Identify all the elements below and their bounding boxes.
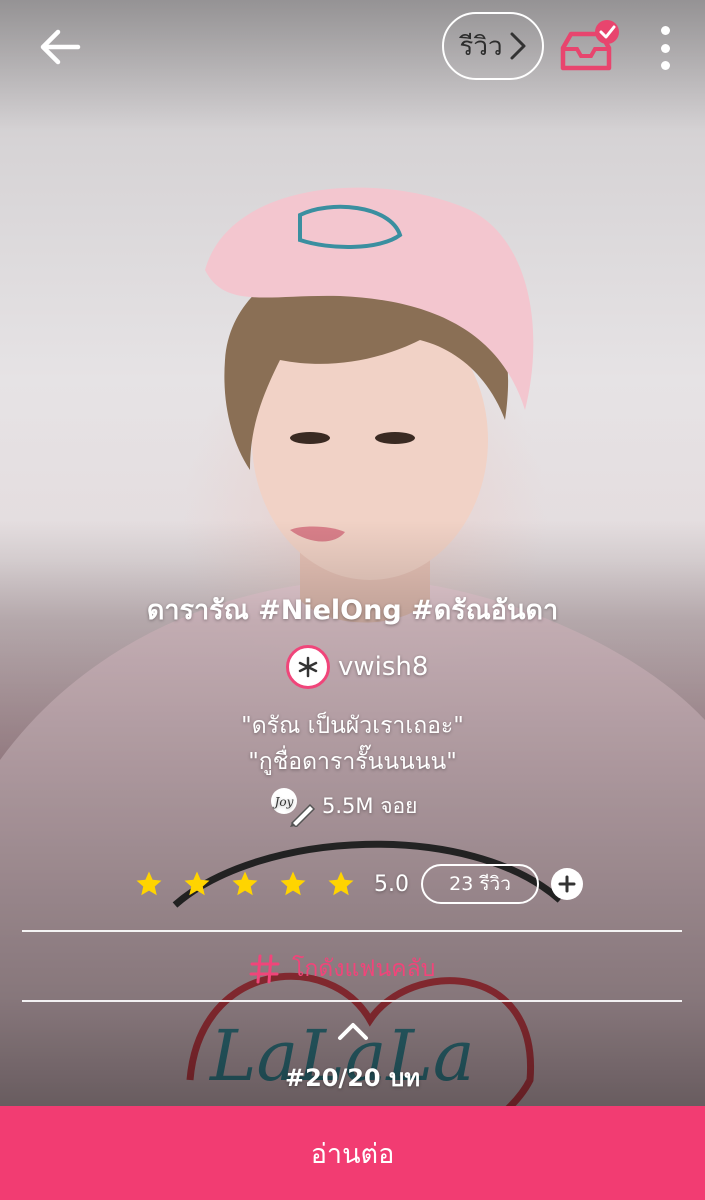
divider-bottom — [22, 1000, 682, 1002]
hashtag-icon — [249, 954, 280, 984]
chevron-right-icon — [510, 32, 526, 60]
joy-count-text: 5.5M จอย — [322, 793, 418, 818]
story-title: ดารารัณ #NielOng #ดรัณอันดา — [146, 595, 559, 626]
joy-badge-text: Joy — [272, 795, 294, 809]
joy-pen-icon: Joy — [271, 788, 316, 827]
tagline-line-2: "กูชื่อดารารั๊นนนนน" — [248, 749, 457, 775]
tagline-line-1: "ดรัณ เป็นผัวเราเถอะ" — [241, 713, 464, 739]
continue-reading-label: อ่านต่อ — [310, 1138, 395, 1170]
star-icon — [280, 871, 306, 896]
back-arrow-icon — [40, 29, 81, 65]
library-inbox-button[interactable] — [557, 18, 627, 78]
star-icon — [184, 871, 210, 896]
author-avatar — [286, 645, 330, 689]
star-icon — [136, 871, 162, 896]
joy-count: Joy 5.5M จอย — [268, 784, 417, 828]
inbox-check-icon — [560, 20, 619, 71]
divider-top — [22, 930, 682, 932]
fanclub-link[interactable]: โกดังแฟนคลับ — [248, 948, 435, 990]
expand-chapters-button[interactable] — [337, 1020, 369, 1042]
star-icon — [232, 871, 258, 896]
back-button[interactable] — [34, 24, 86, 70]
review-button[interactable]: รีวิว — [442, 12, 544, 80]
add-review-button[interactable] — [551, 868, 583, 900]
chevron-up-icon — [338, 1023, 368, 1040]
fanclub-label: โกดังแฟนคลับ — [292, 956, 436, 982]
author-name: vwish8 — [338, 652, 429, 682]
continue-reading-button[interactable]: อ่านต่อ — [0, 1106, 705, 1200]
rating-stars — [134, 869, 356, 899]
review-button-label: รีวิว — [459, 31, 503, 62]
rating-row: 5.0 23 รีวิว — [134, 862, 583, 906]
rating-value: 5.0 — [374, 871, 409, 897]
author-link[interactable]: vwish8 — [286, 644, 428, 690]
more-options-button[interactable] — [650, 22, 680, 74]
chapter-progress: #20/20 บท — [284, 1064, 421, 1092]
review-count-button[interactable]: 23 รีวิว — [421, 864, 539, 904]
more-vertical-icon — [660, 26, 670, 35]
star-icon — [328, 871, 354, 896]
plus-icon — [558, 875, 576, 893]
